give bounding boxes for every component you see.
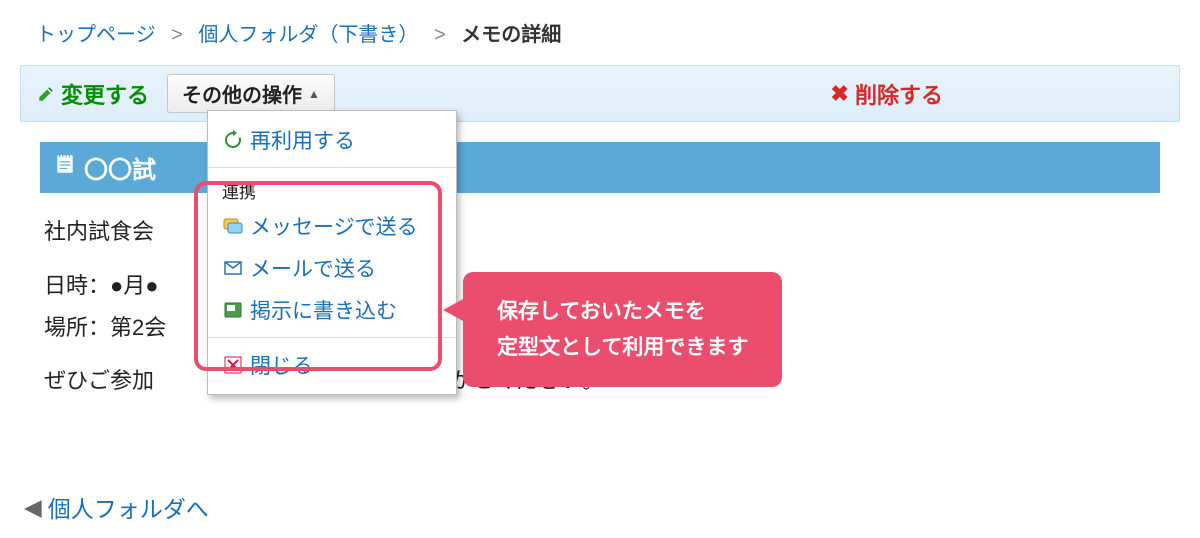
mail-icon — [222, 257, 244, 279]
callout-line-2: 定型文として利用できます — [497, 330, 748, 366]
menu-send-message[interactable]: メッセージで送る — [208, 205, 456, 247]
menu-send-mail-label: メールで送る — [250, 253, 376, 283]
breadcrumb-top[interactable]: トップページ — [36, 24, 156, 46]
recycle-icon — [222, 129, 244, 151]
menu-reuse-label: 再利用する — [250, 125, 355, 155]
delete-button[interactable]: ✖ 削除する — [831, 78, 943, 110]
edit-button[interactable]: 変更する — [37, 78, 149, 110]
x-icon: ✖ — [831, 81, 849, 107]
chevron-right-icon: > — [434, 24, 446, 46]
delete-label: 削除する — [855, 78, 943, 110]
menu-close[interactable]: 閉じる — [208, 344, 456, 386]
back-link[interactable]: ◀ 個人フォルダへ — [24, 490, 209, 524]
chevron-right-icon: > — [171, 24, 183, 46]
menu-post-bulletin[interactable]: 掲示に書き込む — [208, 289, 456, 331]
speech-bubble-icon — [222, 215, 244, 237]
menu-send-message-label: メッセージで送る — [250, 211, 418, 241]
breadcrumb-folder[interactable]: 個人フォルダ（下書き） — [198, 24, 418, 46]
other-operations-button[interactable]: その他の操作 ▲ — [167, 74, 335, 113]
menu-post-bulletin-label: 掲示に書き込む — [250, 295, 397, 325]
other-operations-label: その他の操作 — [182, 79, 302, 108]
breadcrumb: トップページ > 個人フォルダ（下書き） > メモの詳細 — [0, 0, 1200, 59]
menu-divider — [208, 167, 456, 168]
back-link-label: 個人フォルダへ — [48, 490, 209, 524]
toolbar: 変更する その他の操作 ▲ ✖ 削除する 再利用する 連携 メッセージで送る — [20, 65, 1180, 122]
memo-title: 〇〇試 — [84, 150, 156, 185]
memo-line-3a: ぜひご参加 — [44, 368, 154, 393]
triangle-left-icon: ◀ — [24, 494, 42, 521]
edit-label: 変更する — [61, 78, 149, 110]
pencil-icon — [37, 85, 55, 103]
menu-reuse[interactable]: 再利用する — [208, 119, 456, 161]
callout-line-1: 保存しておいたメモを — [497, 294, 748, 330]
menu-divider — [208, 337, 456, 338]
notepad-icon — [54, 153, 76, 182]
other-operations-menu: 再利用する 連携 メッセージで送る メールで送る 掲示に書き込む — [207, 110, 457, 395]
menu-send-mail[interactable]: メールで送る — [208, 247, 456, 289]
triangle-up-icon: ▲ — [308, 87, 320, 101]
breadcrumb-current: メモの詳細 — [461, 24, 561, 46]
menu-section-label: 連携 — [208, 174, 456, 205]
bulletin-icon — [222, 299, 244, 321]
annotation-callout: 保存しておいたメモを 定型文として利用できます — [463, 272, 782, 387]
menu-close-label: 閉じる — [250, 350, 313, 380]
close-box-icon — [222, 354, 244, 376]
